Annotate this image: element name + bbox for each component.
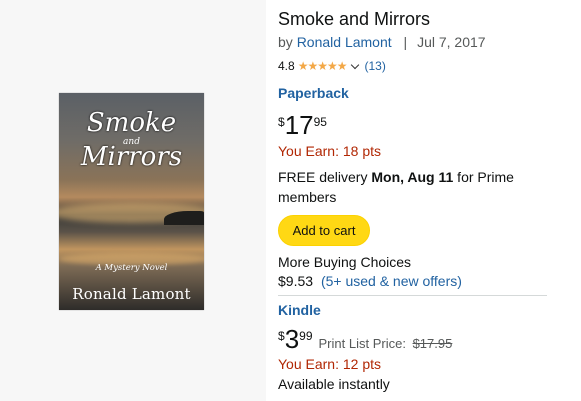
delivery-info: FREE delivery Mon, Aug 11 for Prime memb… [278,167,548,207]
price-fraction: 99 [299,329,313,343]
byline: by Ronald Lamont | Jul 7, 2017 [278,34,486,50]
delivery-date: Mon, Aug 11 [371,169,454,185]
cover-tagline: A Mystery Novel [95,263,168,273]
paperback-earn-points: You Earn: 18 pts [278,143,382,159]
cover-title-line2: Mirrors [80,142,183,172]
review-count-link[interactable]: (13) [364,59,385,73]
kindle-price: $ 3 99 Print List Price: $17.95 [278,326,452,352]
paperback-price: $ 17 95 [278,112,327,138]
price-fraction: 95 [313,115,327,129]
used-offers-row: $9.53 (5+ used & new offers) [278,273,462,289]
rating-score: 4.8 [278,59,295,73]
used-offers-link[interactable]: (5+ used & new offers) [321,273,462,289]
publish-date: Jul 7, 2017 [417,34,486,50]
price-currency: $ [278,329,285,343]
add-to-cart-button[interactable]: Add to cart [278,215,370,246]
rating-row: 4.8 ★★★★★ (13) [278,59,386,73]
cover-title-line1: Smoke [86,108,177,138]
chevron-down-icon[interactable] [351,60,360,69]
kindle-earn-points: You Earn: 12 pts [278,356,382,372]
used-price: $9.53 [278,273,314,289]
print-list-value: $17.95 [412,336,453,351]
price-currency: $ [278,115,285,129]
delivery-prefix: FREE delivery [278,169,372,185]
byline-separator: | [403,34,408,50]
author-link[interactable]: Ronald Lamont [297,34,392,50]
cover-island [164,211,204,225]
print-list-label: Print List Price: [318,336,406,351]
format-kindle-link[interactable]: Kindle [278,302,321,318]
more-buying-choices-label: More Buying Choices [278,254,412,270]
price-whole: 3 [284,324,300,354]
by-label: by [278,34,293,50]
star-rating-icon[interactable]: ★★★★★ [298,59,348,73]
format-paperback-link[interactable]: Paperback [278,85,349,101]
cover-author: Ronald Lamont [72,285,191,303]
format-divider [278,295,547,296]
book-cover-image[interactable]: Smoke and Mirrors A Mystery Novel Ronald… [59,93,204,310]
product-title[interactable]: Smoke and Mirrors [278,9,430,30]
price-whole: 17 [284,110,314,140]
availability-text: Available instantly [278,376,390,392]
image-panel: Smoke and Mirrors A Mystery Novel Ronald… [0,0,266,401]
print-list-price: Print List Price: $17.95 [319,336,453,351]
